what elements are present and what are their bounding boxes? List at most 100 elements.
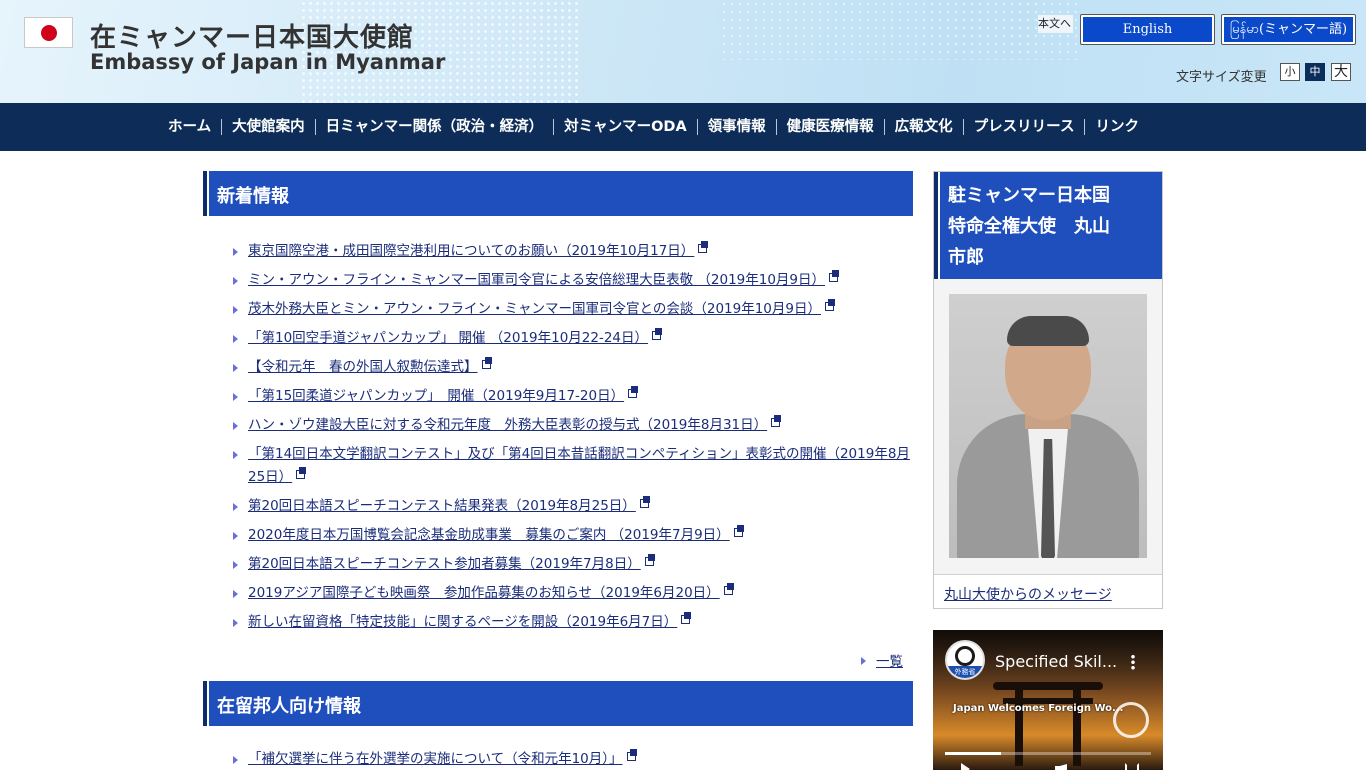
external-window-icon [723, 583, 736, 595]
news-heading-bar: 新着情報 [203, 171, 913, 216]
font-size-label: 文字サイズ変更 [1176, 70, 1267, 85]
world-map-pattern-2 [720, 0, 1080, 60]
channel-logo-label: 外務省 [947, 666, 983, 678]
news-list: 東京国際空港・成田国際空港利用についてのお願い（2019年10月17日） ミン・… [233, 240, 913, 634]
residents-section: 在留邦人向け情報 「補欠選挙に伴う在外選挙の実施について（令和元年10月）」 [203, 681, 913, 771]
external-window-icon [628, 386, 640, 398]
font-size-small-button[interactable]: 小 [1280, 63, 1300, 81]
news-link[interactable]: 東京国際空港・成田国際空港利用についてのお願い（2019年10月17日） [248, 243, 694, 259]
list-item: 新しい在留資格「特定技能」に関するページを開設（2019年6月7日） [233, 611, 913, 634]
video-title[interactable]: Specified Skil... [995, 652, 1117, 671]
myanmar-button-label: မြန်မာ(ミャンマー語) [1224, 17, 1353, 42]
english-button[interactable]: English [1080, 14, 1215, 45]
news-link[interactable]: ハン・ゾウ建設大臣に対する令和元年度 外務大臣表彰の授与式（2019年8月31日… [248, 417, 767, 433]
list-item: 2019アジア国際子ども映画祭 参加作品募集のお知らせ（2019年6月20日） [233, 582, 913, 605]
nav-item-press[interactable]: プレスリリース [962, 119, 1085, 135]
news-link[interactable]: 新しい在留資格「特定技能」に関するページを開設（2019年6月7日） [248, 614, 677, 630]
external-window-icon [626, 749, 639, 761]
nav-item-consular[interactable]: 領事情報 [696, 119, 776, 135]
list-item: 2020年度日本万国博覧会記念基金助成事業 募集のご案内 （2019年7月9日） [233, 524, 913, 547]
logo-ring [955, 646, 975, 666]
news-more: 一覧 [203, 650, 903, 672]
font-size-large-button[interactable]: 大 [1331, 63, 1351, 81]
channel-logo-icon[interactable]: 外務省 [945, 640, 985, 680]
torii-gate-silhouette [993, 682, 1103, 766]
myanmar-language-button[interactable]: မြန်မာ(ミャンマー語) [1221, 14, 1356, 45]
external-window-icon [733, 525, 746, 537]
portrait-hair [1007, 316, 1089, 346]
external-window-icon [644, 554, 657, 566]
main-content: 新着情報 東京国際空港・成田国際空港利用についてのお願い（2019年10月17日… [203, 171, 913, 777]
flag-sun [41, 25, 57, 41]
external-window-icon [825, 299, 837, 311]
news-link[interactable]: 2019アジア国際子ども映画祭 参加作品募集のお知らせ（2019年6月20日） [248, 585, 720, 601]
residents-link[interactable]: 「補欠選挙に伴う在外選挙の実施について（令和元年10月）」 [248, 751, 623, 767]
volume-icon[interactable] [1055, 764, 1067, 770]
torii-beam [993, 682, 1103, 690]
font-size-medium-button[interactable]: 中 [1305, 63, 1325, 81]
video-watermark-icon [1113, 702, 1149, 738]
video-overlay-text: Japan Welcomes Foreign Wo... [953, 703, 1124, 714]
ambassador-portrait [949, 294, 1147, 558]
news-link[interactable]: 2020年度日本万国博覧会記念基金助成事業 募集のご案内 （2019年7月9日） [248, 527, 730, 543]
more-options-icon[interactable] [1131, 654, 1135, 670]
news-link[interactable]: ミン・アウン・フライン・ミャンマー国軍司令官による安倍総理大臣表敬 （2019年… [248, 272, 825, 288]
news-link[interactable]: 「第14回日本文学翻訳コンテスト」及び「第4回日本昔話翻訳コンペティション」表彰… [248, 446, 910, 485]
nav-item-culture[interactable]: 広報文化 [883, 119, 963, 135]
news-link[interactable]: 第20回日本語スピーチコンテスト参加者募集（2019年7月8日） [248, 556, 641, 572]
english-button-label: English [1083, 17, 1212, 42]
ambassador-heading-line: 駐ミャンマー日本国 [948, 185, 1110, 206]
skip-to-content-link[interactable]: 本文へ [1038, 15, 1073, 33]
nav-item-relations[interactable]: 日ミャンマー関係（政治・経済） [314, 119, 554, 135]
list-item: 第20回日本語スピーチコンテスト参加者募集（2019年7月8日） [233, 553, 913, 576]
japan-flag-icon [24, 17, 73, 48]
ambassador-message: 丸山大使からのメッセージ [934, 574, 1162, 608]
ambassador-heading-line: 特命全権大使 丸山 [948, 216, 1110, 237]
sidebar: 駐ミャンマー日本国 特命全権大使 丸山 市郎 丸山大使からのメッセージ 外務省 … [933, 171, 1163, 770]
list-item: 第20回日本語スピーチコンテスト結果発表（2019年8月25日） [233, 495, 913, 518]
external-window-icon [681, 612, 693, 624]
external-window-icon [771, 415, 783, 427]
nav-item-oda[interactable]: 対ミャンマーODA [553, 119, 697, 135]
fullscreen-icon[interactable] [1125, 763, 1139, 770]
list-item: ハン・ゾウ建設大臣に対する令和元年度 外務大臣表彰の授与式（2019年8月31日… [233, 414, 913, 437]
news-link[interactable]: 茂木外務大臣とミン・アウン・フライン・ミャンマー国軍司令官との会談（2019年1… [248, 301, 821, 317]
site-header: 在ミャンマー日本国大使館 Embassy of Japan in Myanmar… [0, 0, 1366, 103]
news-heading: 新着情報 [217, 186, 289, 207]
news-link[interactable]: 【令和元年 春の外国人叙勲伝達式】 [248, 359, 478, 375]
list-item: 東京国際空港・成田国際空港利用についてのお願い（2019年10月17日） [233, 240, 913, 263]
nav-item-home[interactable]: ホーム [158, 119, 221, 135]
arrow-right-icon [861, 657, 866, 665]
ambassador-message-link[interactable]: 丸山大使からのメッセージ [944, 587, 1112, 603]
nav-item-health[interactable]: 健康医療情報 [775, 119, 884, 135]
site-title-en[interactable]: Embassy of Japan in Myanmar [90, 50, 445, 74]
external-window-icon [639, 496, 652, 508]
residents-heading: 在留邦人向け情報 [217, 696, 361, 717]
ambassador-heading-line: 市郎 [948, 247, 984, 268]
list-item: 「第14回日本文学翻訳コンテスト」及び「第4回日本昔話翻訳コンペティション」表彰… [233, 443, 913, 489]
list-item: ミン・アウン・フライン・ミャンマー国軍司令官による安倍総理大臣表敬 （2019年… [233, 269, 913, 292]
list-item: 「第15回柔道ジャパンカップ」 開催（2019年9月17-20日） [233, 385, 913, 408]
external-window-icon [296, 467, 308, 479]
news-link[interactable]: 「第15回柔道ジャパンカップ」 開催（2019年9月17-20日） [248, 388, 624, 404]
site-title-ja[interactable]: 在ミャンマー日本国大使館 [90, 17, 414, 54]
news-more-link[interactable]: 一覧 [876, 654, 903, 670]
external-window-icon [481, 357, 494, 369]
video-progress-bar[interactable] [945, 752, 1151, 755]
residents-heading-bar: 在留邦人向け情報 [203, 681, 913, 726]
ambassador-box: 駐ミャンマー日本国 特命全権大使 丸山 市郎 丸山大使からのメッセージ [933, 171, 1163, 609]
list-item: 「第10回空手道ジャパンカップ」 開催 （2019年10月22-24日） [233, 327, 913, 350]
nav-item-links[interactable]: リンク [1084, 119, 1149, 135]
video-progress-fill [945, 752, 1001, 755]
ambassador-heading: 駐ミャンマー日本国 特命全権大使 丸山 市郎 [934, 172, 1162, 279]
list-item: 【令和元年 春の外国人叙勲伝達式】 [233, 356, 913, 379]
news-link[interactable]: 第20回日本語スピーチコンテスト結果発表（2019年8月25日） [248, 498, 636, 514]
external-window-icon [829, 270, 841, 282]
external-window-icon [698, 241, 710, 253]
global-nav: ホーム 大使館案内 日ミャンマー関係（政治・経済） 対ミャンマーODA 領事情報… [0, 103, 1366, 151]
youtube-video-player[interactable]: 外務省 Specified Skil... Japan Welcomes For… [933, 630, 1163, 770]
play-icon[interactable] [961, 763, 970, 770]
nav-item-embassy[interactable]: 大使館案内 [221, 119, 315, 135]
external-window-icon [652, 328, 664, 340]
news-link[interactable]: 「第10回空手道ジャパンカップ」 開催 （2019年10月22-24日） [248, 330, 648, 346]
